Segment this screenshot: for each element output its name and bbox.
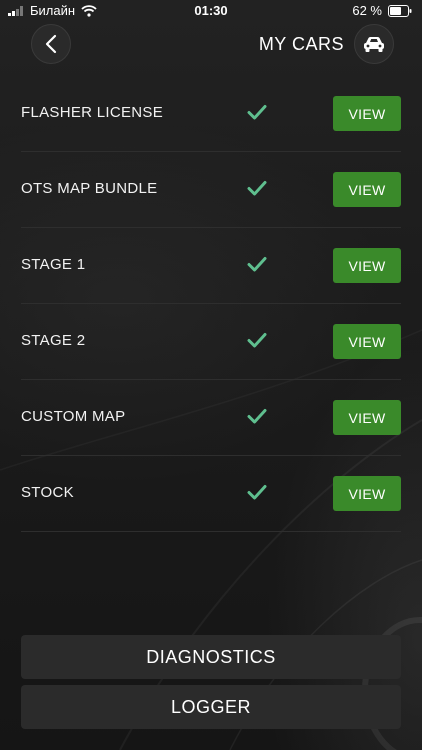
check-icon bbox=[247, 181, 267, 196]
check-icon bbox=[247, 105, 267, 120]
diagnostics-button[interactable]: DIAGNOSTICS bbox=[21, 635, 401, 679]
check-icon bbox=[247, 409, 267, 424]
map-list: FLASHER LICENSE VIEW OTS MAP BUNDLE VIEW… bbox=[21, 76, 401, 532]
list-item: STAGE 2 VIEW bbox=[21, 304, 401, 380]
navigation-bar: MY CARS bbox=[0, 22, 422, 66]
item-label: OTS MAP BUNDLE bbox=[21, 180, 158, 197]
view-button[interactable]: VIEW bbox=[333, 248, 401, 283]
view-button[interactable]: VIEW bbox=[333, 172, 401, 207]
item-label: STAGE 2 bbox=[21, 332, 86, 349]
logger-button[interactable]: LOGGER bbox=[21, 685, 401, 729]
check-icon bbox=[247, 333, 267, 348]
chevron-left-icon bbox=[45, 34, 57, 54]
list-item: STOCK VIEW bbox=[21, 456, 401, 532]
my-cars-link[interactable]: MY CARS bbox=[259, 24, 394, 64]
list-item: OTS MAP BUNDLE VIEW bbox=[21, 152, 401, 228]
list-item: CUSTOM MAP VIEW bbox=[21, 380, 401, 456]
item-label: FLASHER LICENSE bbox=[21, 104, 164, 121]
list-item: FLASHER LICENSE VIEW bbox=[21, 76, 401, 152]
view-button[interactable]: VIEW bbox=[333, 400, 401, 435]
my-cars-label: MY CARS bbox=[258, 33, 344, 54]
item-label: STAGE 1 bbox=[21, 256, 86, 273]
battery-icon bbox=[388, 4, 412, 17]
status-bar: Билайн 01:30 62 % bbox=[0, 0, 422, 22]
status-right: 62 % bbox=[352, 3, 412, 18]
my-cars-button[interactable] bbox=[354, 24, 394, 64]
item-label: STOCK bbox=[21, 484, 74, 501]
view-button[interactable]: VIEW bbox=[333, 96, 401, 131]
check-icon bbox=[247, 485, 267, 500]
check-icon bbox=[247, 257, 267, 272]
battery-percent: 62 % bbox=[352, 3, 382, 18]
car-icon bbox=[364, 37, 384, 52]
back-button[interactable] bbox=[31, 24, 71, 64]
list-item: STAGE 1 VIEW bbox=[21, 228, 401, 304]
view-button[interactable]: VIEW bbox=[333, 476, 401, 511]
item-label: CUSTOM MAP bbox=[21, 408, 126, 425]
view-button[interactable]: VIEW bbox=[333, 324, 401, 359]
